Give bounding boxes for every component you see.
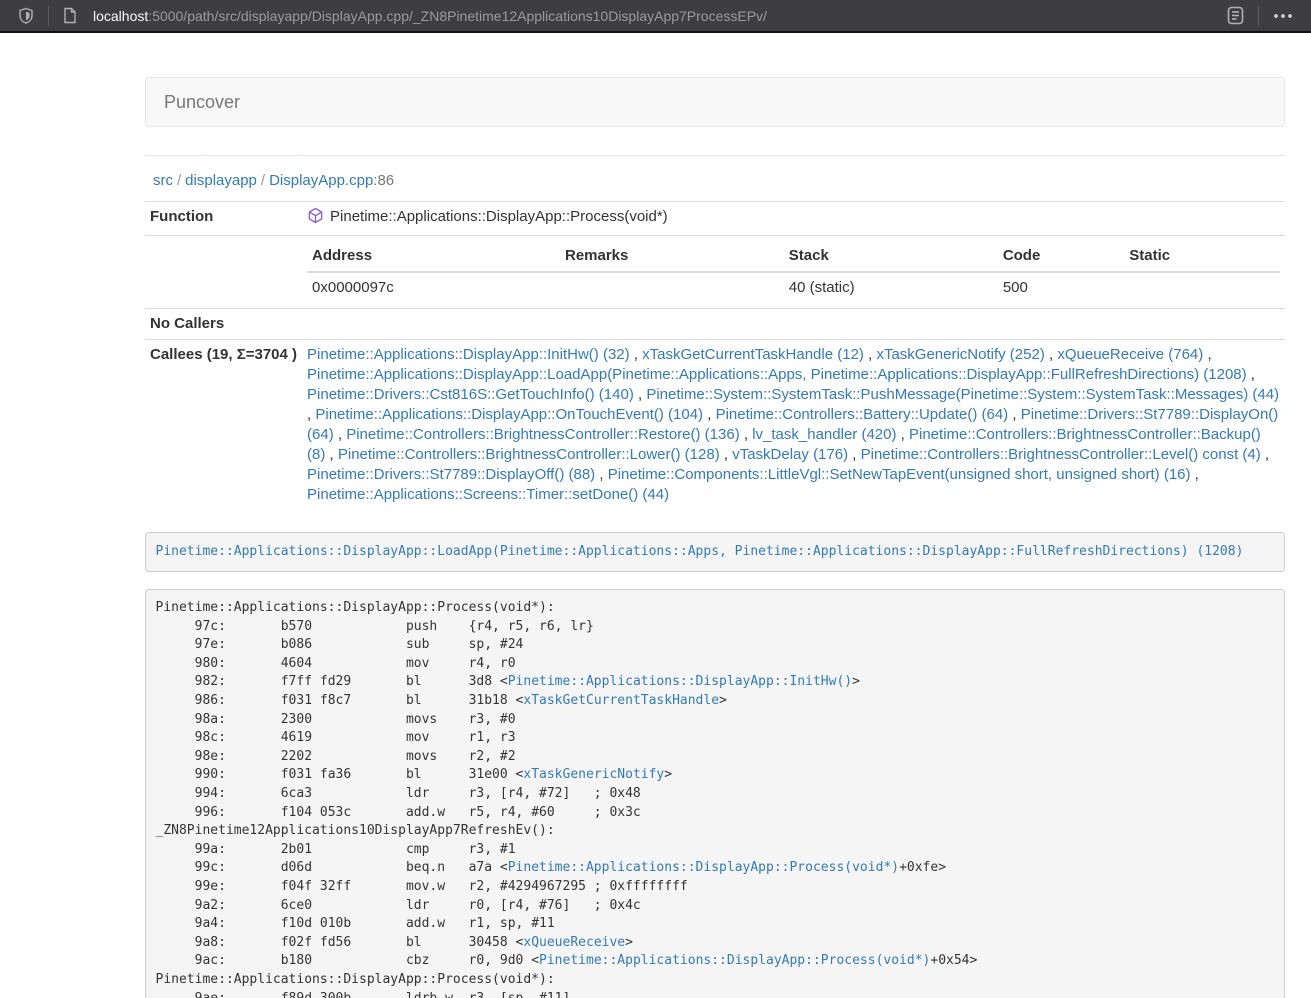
function-stats-table: Address Remarks Stack Code Static 0x0000…: [307, 241, 1280, 303]
callee-link[interactable]: Pinetime::Controllers::BrightnessControl…: [346, 426, 739, 443]
col-header-static: Static: [1124, 241, 1280, 272]
symbol-detail-table: Function Pinetime::Applications::Display…: [145, 201, 1285, 510]
callee-separator: ,: [334, 426, 347, 443]
no-callers-label: No Callers: [145, 309, 302, 340]
function-signature: Pinetime::Applications::DisplayApp::Proc…: [330, 208, 668, 225]
function-label: Function: [145, 202, 302, 236]
function-stats-row: Address Remarks Stack Code Static 0x0000…: [145, 236, 1285, 309]
assembly-symbol-link[interactable]: xTaskGetCurrentTaskHandle: [523, 693, 719, 708]
callee-separator: ,: [634, 386, 647, 403]
callee-link[interactable]: Pinetime::Controllers::Battery::Update()…: [716, 406, 1009, 423]
callers-row: No Callers: [145, 309, 1285, 340]
overflow-menu-icon[interactable]: [1267, 13, 1299, 19]
callee-link[interactable]: xTaskGenericNotify (252): [876, 346, 1044, 363]
address-value: 0x0000097c: [307, 272, 560, 303]
browser-toolbar: localhost:5000/path/src/displayapp/Displ…: [0, 0, 1311, 33]
callees-list: Pinetime::Applications::DisplayApp::Init…: [302, 340, 1285, 511]
remarks-value: [560, 272, 784, 303]
callee-separator: ,: [703, 406, 716, 423]
callees-label: Callees (19, Σ=3704 ): [145, 340, 302, 511]
breadcrumb-link-src[interactable]: src: [153, 172, 173, 189]
callee-separator: ,: [630, 346, 643, 363]
callee-link[interactable]: Pinetime::Applications::DisplayApp::Init…: [307, 346, 630, 363]
breadcrumb-line-number: :86: [373, 172, 394, 189]
callee-link[interactable]: Pinetime::Drivers::St7789::DisplayOff() …: [307, 466, 595, 483]
breadcrumb-link-displayapp[interactable]: displayapp: [185, 172, 257, 189]
callee-link[interactable]: Pinetime::Drivers::Cst816S::GetTouchInfo…: [307, 386, 634, 403]
callee-separator: ,: [896, 426, 909, 443]
callee-link[interactable]: Pinetime::Applications::DisplayApp::Load…: [307, 366, 1247, 383]
function-row: Function Pinetime::Applications::Display…: [145, 202, 1285, 236]
callee-separator: ,: [1191, 466, 1199, 483]
callee-link[interactable]: Pinetime::Controllers::BrightnessControl…: [861, 446, 1261, 463]
col-header-stack: Stack: [784, 241, 998, 272]
breadcrumb: src/displayapp/DisplayApp.cpp:86: [153, 172, 1285, 189]
code-value: 500: [998, 272, 1124, 303]
page: localhost:5000/path/src/displayapp/Displ…: [0, 0, 1311, 998]
static-value: [1124, 272, 1280, 303]
callee-link[interactable]: xTaskGetCurrentTaskHandle (12): [642, 346, 864, 363]
callee-link[interactable]: Pinetime::System::SystemTask::PushMessag…: [646, 386, 1279, 403]
toolbar-divider: [1258, 6, 1259, 26]
breadcrumb-separator: /: [173, 172, 185, 189]
url-host: localhost: [93, 8, 148, 24]
disassembly-block: Pinetime::Applications::DisplayApp::Proc…: [145, 589, 1285, 998]
table-row: 0x0000097c 40 (static) 500: [307, 272, 1280, 303]
callee-separator: ,: [1203, 346, 1211, 363]
callee-separator: ,: [864, 346, 877, 363]
callsite-snippet-block: Pinetime::Applications::DisplayApp::Load…: [145, 532, 1285, 572]
url-bar[interactable]: localhost:5000/path/src/displayapp/Displ…: [57, 7, 1221, 24]
callee-link[interactable]: Pinetime::Applications::DisplayApp::OnTo…: [315, 406, 703, 423]
col-header-code: Code: [998, 241, 1124, 272]
callee-separator: ,: [325, 446, 338, 463]
divider-rule: [145, 155, 1285, 156]
callee-separator: ,: [1008, 406, 1021, 423]
toolbar-divider: [48, 6, 49, 26]
url-path: :5000/path/src/displayapp/DisplayApp.cpp…: [148, 8, 767, 24]
page-info-icon[interactable]: [57, 7, 83, 24]
assembly-symbol-link[interactable]: Pinetime::Applications::DisplayApp::Init…: [508, 674, 852, 689]
assembly-symbol-link[interactable]: xQueueReceive: [523, 935, 625, 950]
callee-link[interactable]: Pinetime::Components::LittleVgl::SetNewT…: [608, 466, 1191, 483]
callee-link[interactable]: lv_task_handler (420): [752, 426, 896, 443]
callee-link[interactable]: Pinetime::Applications::Screens::Timer::…: [307, 486, 669, 503]
callee-link[interactable]: vTaskDelay (176): [732, 446, 848, 463]
callee-separator: ,: [1247, 366, 1255, 383]
callee-link[interactable]: xQueueReceive (764): [1057, 346, 1203, 363]
col-header-remarks: Remarks: [560, 241, 784, 272]
stack-value: 40 (static): [784, 272, 998, 303]
callee-separator: ,: [595, 466, 608, 483]
callee-separator: ,: [720, 446, 733, 463]
callee-separator: ,: [1045, 346, 1058, 363]
snippet-link[interactable]: Pinetime::Applications::DisplayApp::Load…: [156, 544, 1244, 559]
breadcrumb-separator: /: [257, 172, 269, 189]
callees-row: Callees (19, Σ=3704 ) Pinetime::Applicat…: [145, 340, 1285, 511]
reader-mode-icon[interactable]: [1221, 6, 1250, 25]
assembly-symbol-link[interactable]: Pinetime::Applications::DisplayApp::Proc…: [508, 860, 899, 875]
callee-link[interactable]: Pinetime::Controllers::BrightnessControl…: [338, 446, 720, 463]
callee-separator: ,: [1261, 446, 1269, 463]
content-container: Puncover src/displayapp/DisplayApp.cpp:8…: [145, 77, 1285, 998]
callee-separator: ,: [740, 426, 753, 443]
breadcrumb-link-file[interactable]: DisplayApp.cpp: [269, 172, 373, 189]
tracking-protection-shield-icon[interactable]: [12, 7, 40, 25]
col-header-address: Address: [307, 241, 560, 272]
callee-separator: ,: [848, 446, 861, 463]
url-text: localhost:5000/path/src/displayapp/Displ…: [93, 8, 767, 24]
assembly-symbol-link[interactable]: xTaskGenericNotify: [523, 767, 664, 782]
brand-link[interactable]: Puncover: [146, 92, 258, 113]
assembly-symbol-link[interactable]: Pinetime::Applications::DisplayApp::Proc…: [539, 953, 930, 968]
symbol-type-cube-icon: [307, 207, 324, 230]
app-navbar: Puncover: [145, 77, 1285, 127]
